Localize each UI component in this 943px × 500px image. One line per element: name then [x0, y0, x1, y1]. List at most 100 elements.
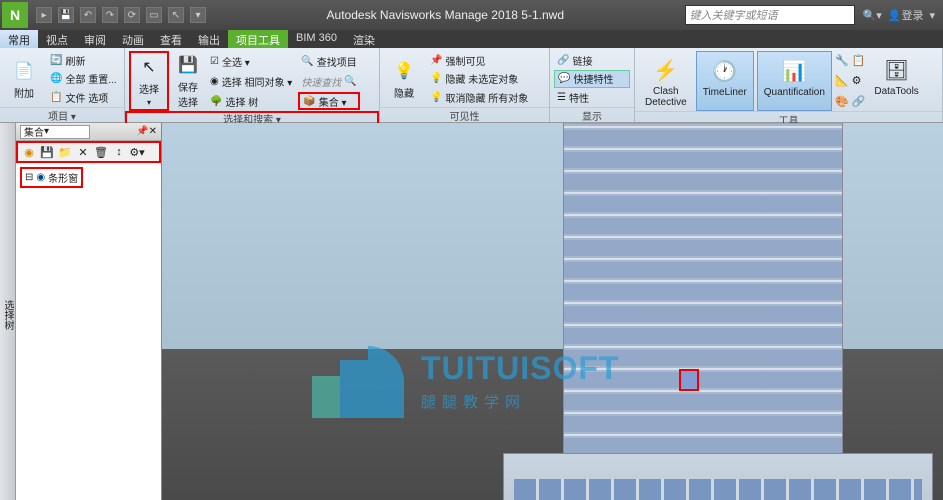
set-up-icon[interactable]: ↕: [112, 145, 126, 159]
login-button[interactable]: 👤登录: [888, 7, 924, 23]
app-icon[interactable]: N: [2, 2, 28, 28]
unhide-all-button[interactable]: 💡取消隐藏 所有对象: [427, 89, 531, 107]
set-x-icon[interactable]: ✕: [76, 145, 90, 159]
selectall-icon: ☑: [210, 56, 219, 67]
watermark-logo: [312, 343, 407, 418]
selected-window-highlight[interactable]: [679, 369, 699, 391]
select-icon[interactable]: ▭: [146, 7, 162, 23]
menu-icon[interactable]: ▾: [929, 9, 935, 22]
hideun-icon: 💡: [430, 73, 442, 84]
panel-visibility: 💡隐藏 📌强制可见 💡隐藏 未选定对象 💡取消隐藏 所有对象 可见性: [380, 48, 550, 122]
tab-viewpoint[interactable]: 视点: [38, 30, 76, 48]
panel-label-project[interactable]: 项目 ▾: [0, 107, 124, 122]
prop-icon: ☰: [557, 92, 566, 103]
tab-view[interactable]: 查看: [152, 30, 190, 48]
tool-5-icon[interactable]: ⚙: [852, 74, 866, 87]
hide-unselected-button[interactable]: 💡隐藏 未选定对象: [427, 70, 531, 88]
links-button[interactable]: 🔗链接: [554, 51, 630, 69]
qprop-icon: 💬: [558, 73, 570, 84]
panel-tools: ⚡Clash Detective 🕐TimeLiner 📊Quantificat…: [635, 48, 943, 122]
find-items-button[interactable]: 🔍查找项目: [298, 52, 359, 70]
redo-icon[interactable]: ↷: [102, 7, 118, 23]
title-bar: N ▸ 💾 ↶ ↷ ⟳ ▭ ↖ ▾ Autodesk Navisworks Ma…: [0, 0, 943, 30]
properties-button[interactable]: ☰特性: [554, 89, 630, 107]
tool-1-icon[interactable]: 🔧: [835, 54, 849, 67]
ribbon-tabs: 常用 视点 审阅 动画 查看 输出 项目工具 BIM 360 渲染: [0, 30, 943, 48]
save-select-icon: 💾: [176, 53, 200, 77]
close-icon[interactable]: ✕: [149, 126, 157, 137]
select-same-button[interactable]: ◉选择 相同对象 ▾: [207, 72, 295, 90]
watermark: TUITUISOFT 腿腿教学网: [312, 343, 619, 418]
tool-4-icon[interactable]: 📋: [852, 54, 866, 67]
set-more-icon[interactable]: ⚙▾: [130, 145, 144, 159]
side-tab-select-tree[interactable]: 选择树: [0, 123, 16, 500]
attach-button[interactable]: 📄附加: [4, 51, 44, 107]
sets-icon: 📦: [303, 96, 315, 107]
tab-animation[interactable]: 动画: [114, 30, 152, 48]
undo-icon[interactable]: ↶: [80, 7, 96, 23]
panel-label-display: 显示: [550, 107, 634, 122]
file-icon: 📋: [50, 92, 62, 103]
clash-button[interactable]: ⚡Clash Detective: [639, 51, 693, 111]
watermark-sub: 腿腿教学网: [421, 391, 619, 412]
quant-icon: 📊: [778, 55, 810, 87]
sets-tree: ⊟ ◉ 条形窗: [16, 163, 161, 500]
force-visible-button[interactable]: 📌强制可见: [427, 51, 531, 69]
force-icon: 📌: [430, 55, 442, 66]
panel-project: 📄附加 🔄刷新 🌐全部 重置... 📋文件 选项 项目 ▾: [0, 48, 125, 122]
refresh-button[interactable]: 🔄刷新: [47, 51, 120, 69]
tab-bim360[interactable]: BIM 360: [288, 30, 345, 48]
search-icon[interactable]: 🔍▾: [863, 9, 882, 22]
reset-button[interactable]: 🌐全部 重置...: [47, 70, 120, 88]
watermark-brand: TUITUISOFT: [421, 350, 619, 387]
tree-item-window[interactable]: ⊟ ◉ 条形窗: [20, 167, 83, 188]
tab-home[interactable]: 常用: [0, 30, 38, 48]
arrow-icon[interactable]: ↖: [168, 7, 184, 23]
attach-icon: 📄: [12, 59, 36, 83]
quantification-button[interactable]: 📊Quantification: [757, 51, 832, 111]
refresh-icon[interactable]: ⟳: [124, 7, 140, 23]
file-options-button[interactable]: 📋文件 选项: [47, 89, 120, 107]
sets-panel-header: 集合 ▾ 📌 ✕: [16, 123, 161, 141]
datatools-button[interactable]: 🗄DataTools: [868, 51, 924, 111]
set-item-icon: ◉: [36, 172, 45, 183]
panel-label-visibility: 可见性: [380, 107, 549, 122]
select-all-button[interactable]: ☑全选 ▾: [207, 52, 295, 70]
hide-button[interactable]: 💡隐藏: [384, 51, 424, 107]
select-tree-button[interactable]: 🌳选择 树: [207, 92, 295, 110]
search-input[interactable]: 键入关键字或短语: [685, 5, 855, 25]
title-right: 🔍▾ 👤登录 ▾: [863, 7, 935, 23]
set-save-icon[interactable]: 💾: [40, 145, 54, 159]
tab-project-tools[interactable]: 项目工具: [228, 30, 288, 48]
pin-icon[interactable]: 📌: [136, 126, 148, 137]
search-go-icon[interactable]: 🔍: [344, 76, 356, 87]
unhide-icon: 💡: [430, 92, 442, 103]
link-icon: 🔗: [557, 55, 569, 66]
tree-expand-icon[interactable]: ⊟: [25, 172, 33, 183]
3d-viewport[interactable]: FGD2151/34 TUITUISOFT 腿腿教学网: [162, 123, 943, 500]
quick-prop-button[interactable]: 💬快捷特性: [554, 70, 630, 88]
sets-button[interactable]: 📦集合 ▾: [298, 92, 359, 110]
timeliner-button[interactable]: 🕐TimeLiner: [696, 51, 754, 111]
sets-dropdown[interactable]: 集合 ▾: [20, 125, 90, 139]
quick-find-input[interactable]: 快速查找🔍: [298, 72, 359, 90]
tab-review[interactable]: 审阅: [76, 30, 114, 48]
cursor-icon: ↖: [137, 55, 161, 79]
sets-toolbar: ◉ 💾 📁 ✕ 🗑 ↕ ⚙▾: [16, 141, 161, 163]
tool-3-icon[interactable]: 🎨: [835, 95, 849, 108]
tool-6-icon[interactable]: 🔗: [852, 95, 866, 108]
tab-render[interactable]: 渲染: [345, 30, 383, 48]
tool-2-icon[interactable]: 📐: [835, 74, 849, 87]
building-model: FGD2151/34: [503, 123, 933, 500]
select-button[interactable]: ↖选择▾: [129, 51, 169, 111]
more-icon[interactable]: ▾: [190, 7, 206, 23]
window-title: Autodesk Navisworks Manage 2018 5-1.nwd: [206, 8, 685, 22]
set-folder-icon[interactable]: 📁: [58, 145, 72, 159]
save-icon[interactable]: 💾: [58, 7, 74, 23]
open-icon[interactable]: ▸: [36, 7, 52, 23]
save-select-button[interactable]: 💾保存 选择: [172, 51, 204, 111]
tab-output[interactable]: 输出: [190, 30, 228, 48]
set-new-icon[interactable]: ◉: [22, 145, 36, 159]
quick-access-toolbar: ▸ 💾 ↶ ↷ ⟳ ▭ ↖ ▾: [36, 7, 206, 23]
set-del-icon[interactable]: 🗑: [94, 145, 108, 159]
